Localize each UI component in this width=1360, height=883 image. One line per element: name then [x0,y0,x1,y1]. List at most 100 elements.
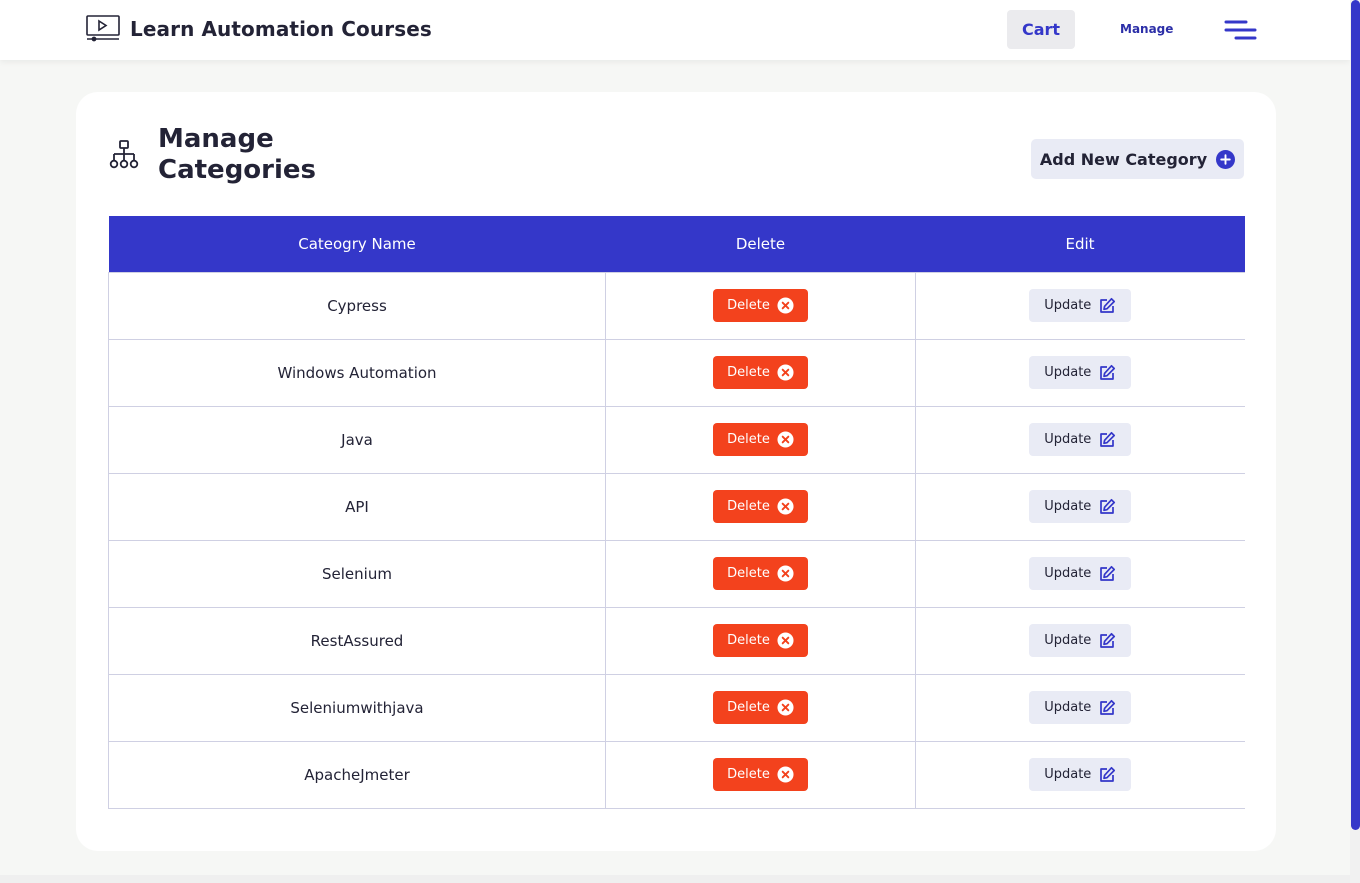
category-name-cell: API [108,472,606,541]
update-label: Update [1044,499,1092,514]
update-button[interactable]: Update [1029,624,1132,657]
category-name: Seleniumwithjava [290,698,424,717]
category-name: Cypress [327,296,387,315]
add-new-category-button[interactable]: Add New Category [1031,139,1244,179]
delete-button[interactable]: Delete [713,691,808,724]
manage-link[interactable]: Manage [1120,22,1173,36]
table-row: RestAssured Delete Update [108,606,1245,675]
category-name-cell: Cypress [108,271,606,340]
category-name-cell: Java [108,405,606,474]
edit-cell: Update [915,606,1245,675]
edit-icon [1100,766,1116,782]
table-row: Java Delete Update [108,405,1245,474]
delete-cell: Delete [605,740,916,809]
delete-label: Delete [727,298,770,313]
update-button[interactable]: Update [1029,490,1132,523]
delete-button[interactable]: Delete [713,289,808,322]
delete-button[interactable]: Delete [713,624,808,657]
table-row: Cypress Delete Update [108,271,1245,340]
delete-label: Delete [727,566,770,581]
category-name: RestAssured [310,631,404,650]
table-row: Selenium Delete Update [108,539,1245,608]
cart-button[interactable]: Cart [1007,10,1075,49]
edit-icon [1100,632,1116,648]
category-name-cell: ApacheJmeter [108,740,606,809]
brand-title: Learn Automation Courses [130,17,432,41]
delete-button[interactable]: Delete [713,758,808,791]
page-title: Manage Categories [158,124,317,185]
update-button[interactable]: Update [1029,557,1132,590]
table-row: Windows Automation Delete Update [108,338,1245,407]
edit-icon [1100,431,1116,447]
update-button[interactable]: Update [1029,356,1132,389]
sitemap-icon [109,140,139,169]
update-button[interactable]: Update [1029,758,1132,791]
edit-cell: Update [915,338,1245,407]
hamburger-menu-icon[interactable] [1224,19,1257,43]
delete-cell: Delete [605,271,916,340]
delete-label: Delete [727,700,770,715]
update-button[interactable]: Update [1029,691,1132,724]
category-name-cell: Selenium [108,539,606,608]
close-circle-icon [777,632,794,649]
close-circle-icon [777,565,794,582]
delete-button[interactable]: Delete [713,423,808,456]
table-header-row: Cateogry Name Delete Edit [108,216,1245,272]
close-circle-icon [777,297,794,314]
add-new-category-label: Add New Category [1039,149,1208,169]
update-label: Update [1044,298,1092,313]
brand[interactable]: Learn Automation Courses [86,15,432,43]
update-label: Update [1044,566,1092,581]
close-circle-icon [777,699,794,716]
edit-cell: Update [915,539,1245,608]
delete-label: Delete [727,432,770,447]
delete-button[interactable]: Delete [713,557,808,590]
category-name: API [345,497,369,516]
edit-cell: Update [915,740,1245,809]
close-circle-icon [777,364,794,381]
delete-cell: Delete [605,472,916,541]
column-header-edit: Edit [915,216,1245,272]
video-screen-icon [86,15,120,42]
scrollbar-thumb[interactable] [1351,0,1360,830]
edit-cell: Update [915,673,1245,742]
column-header-category-name: Cateogry Name [108,216,606,272]
edit-icon [1100,297,1116,313]
category-name: Selenium [322,564,392,583]
delete-label: Delete [727,499,770,514]
table-row: ApacheJmeter Delete Update [108,740,1245,809]
edit-icon [1100,498,1116,514]
delete-button[interactable]: Delete [713,356,808,389]
delete-cell: Delete [605,539,916,608]
category-name-cell: Windows Automation [108,338,606,407]
category-name-cell: Seleniumwithjava [108,673,606,742]
edit-icon [1100,699,1116,715]
update-button[interactable]: Update [1029,289,1132,322]
update-label: Update [1044,365,1092,380]
close-circle-icon [777,766,794,783]
delete-cell: Delete [605,673,916,742]
delete-cell: Delete [605,606,916,675]
edit-cell: Update [915,405,1245,474]
delete-label: Delete [727,365,770,380]
top-navbar: Learn Automation Courses Cart Manage [0,0,1350,60]
delete-button[interactable]: Delete [713,490,808,523]
update-label: Update [1044,767,1092,782]
category-name-cell: RestAssured [108,606,606,675]
delete-label: Delete [727,633,770,648]
update-label: Update [1044,432,1092,447]
column-header-delete: Delete [605,216,916,272]
update-label: Update [1044,700,1092,715]
categories-table: Cateogry Name Delete Edit Cypress Delete… [108,216,1245,809]
page-footer-edge [0,875,1350,883]
close-circle-icon [777,431,794,448]
edit-cell: Update [915,472,1245,541]
manage-categories-card: Manage Categories Add New Category Cateo… [76,92,1276,851]
table-row: Seleniumwithjava Delete Update [108,673,1245,742]
edit-icon [1100,364,1116,380]
edit-cell: Update [915,271,1245,340]
category-name: ApacheJmeter [304,765,410,784]
table-row: API Delete Update [108,472,1245,541]
delete-cell: Delete [605,405,916,474]
update-button[interactable]: Update [1029,423,1132,456]
